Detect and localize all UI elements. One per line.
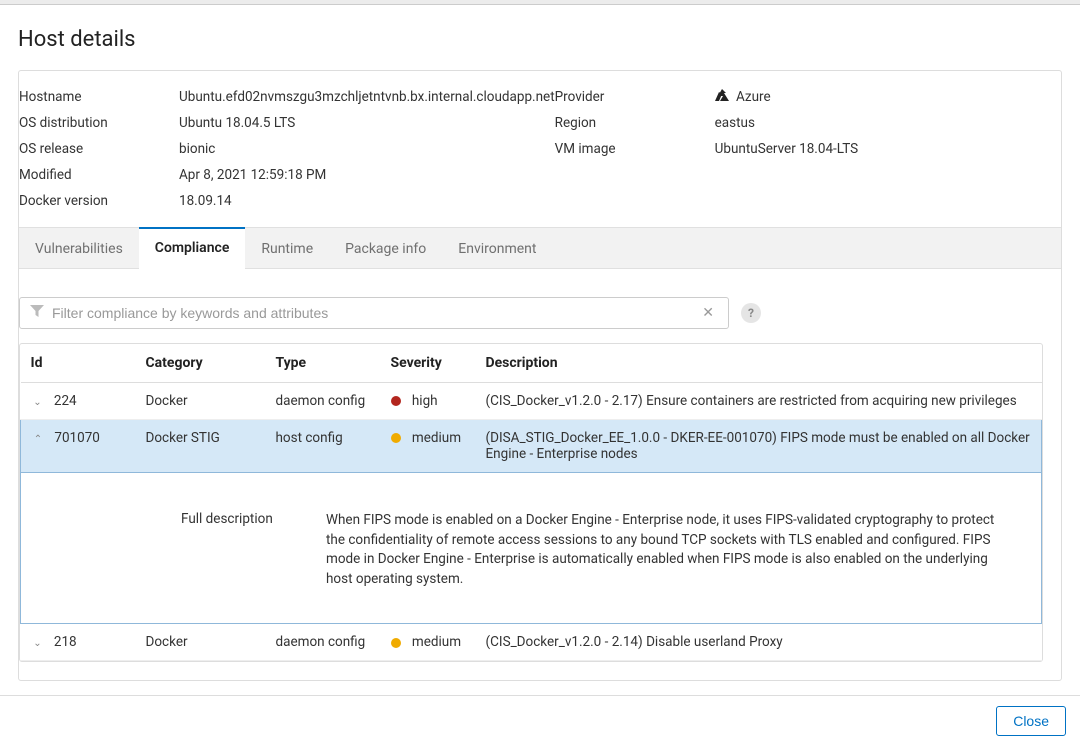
col-header-id[interactable]: Id — [21, 344, 136, 383]
full-description-text: When FIPS mode is enabled on a Docker En… — [326, 511, 1031, 589]
detail-value: Apr 8, 2021 12:59:18 PM — [179, 167, 326, 183]
detail-value: Ubuntu 18.04.5 LTS — [179, 115, 295, 131]
severity-dot-medium-icon — [391, 433, 401, 443]
row-description: (CIS_Docker_v1.2.0 - 2.14) Disable userl… — [476, 624, 1042, 661]
tab-runtime[interactable]: Runtime — [245, 228, 329, 268]
table-row[interactable]: ⌄ 224 Docker daemon config high (CIS_Doc… — [21, 383, 1042, 420]
detail-label: Region — [555, 115, 715, 131]
detail-row-modified: Modified Apr 8, 2021 12:59:18 PM — [19, 167, 555, 183]
detail-value: UbuntuServer 18.04-LTS — [715, 141, 859, 157]
details-right-column: Provider Azure Region eastus VM image Ub… — [555, 89, 1043, 219]
detail-row-provider: Provider Azure — [555, 89, 1043, 105]
azure-icon — [715, 89, 729, 105]
row-type: host config — [266, 420, 381, 473]
detail-row-hostname: Hostname Ubuntu.efd02nvmszgu3mzchljetntv… — [19, 89, 555, 105]
col-header-description[interactable]: Description — [476, 344, 1042, 383]
detail-row-docker-version: Docker version 18.09.14 — [19, 193, 555, 209]
col-header-type[interactable]: Type — [266, 344, 381, 383]
detail-label: Docker version — [19, 193, 179, 209]
tabs: Vulnerabilities Compliance Runtime Packa… — [19, 227, 1061, 269]
tab-compliance[interactable]: Compliance — [139, 227, 246, 269]
table-header-row: Id Category Type Severity Description — [21, 344, 1042, 383]
detail-value: 18.09.14 — [179, 193, 232, 209]
row-description: (DISA_STIG_Docker_EE_1.0.0 - DKER-EE-001… — [476, 420, 1042, 473]
tab-vulnerabilities[interactable]: Vulnerabilities — [19, 228, 139, 268]
row-id: 224 — [54, 393, 77, 409]
detail-value: eastus — [715, 115, 755, 131]
filter-box[interactable]: ✕ — [19, 297, 729, 329]
row-category: Docker — [136, 624, 266, 661]
detail-label: OS release — [19, 141, 179, 157]
page-title: Host details — [18, 27, 1062, 52]
tab-package-info[interactable]: Package info — [329, 228, 442, 268]
severity-dot-medium-icon — [391, 638, 401, 648]
detail-row-os-distribution: OS distribution Ubuntu 18.04.5 LTS — [19, 115, 555, 131]
footer: Close — [0, 695, 1080, 746]
row-id: 701070 — [54, 430, 100, 446]
row-type: daemon config — [266, 624, 381, 661]
chevron-down-icon[interactable]: ⌄ — [31, 638, 45, 649]
close-button[interactable]: Close — [996, 706, 1066, 736]
row-category: Docker — [136, 383, 266, 420]
filter-input[interactable] — [52, 305, 698, 321]
detail-label: Modified — [19, 167, 179, 183]
details-left-column: Hostname Ubuntu.efd02nvmszgu3mzchljetntv… — [19, 89, 555, 219]
detail-label: Provider — [555, 89, 715, 105]
full-description-label: Full description — [31, 511, 326, 589]
detail-value: Ubuntu.efd02nvmszgu3mzchljetntvnb.bx.int… — [179, 89, 555, 105]
detail-label: OS distribution — [19, 115, 179, 131]
clear-filter-icon[interactable]: ✕ — [698, 305, 718, 321]
table-row-expansion: Full description When FIPS mode is enabl… — [21, 473, 1042, 624]
compliance-table: Id Category Type Severity Description ⌄ … — [19, 343, 1043, 662]
col-header-category[interactable]: Category — [136, 344, 266, 383]
chevron-down-icon[interactable]: ⌄ — [31, 397, 45, 408]
filter-icon — [30, 305, 44, 321]
help-icon[interactable]: ? — [741, 303, 761, 323]
detail-label: Hostname — [19, 89, 179, 105]
row-type: daemon config — [266, 383, 381, 420]
detail-row-region: Region eastus — [555, 115, 1043, 131]
row-severity: medium — [412, 430, 461, 446]
severity-dot-high-icon — [391, 396, 401, 406]
provider-value: Azure — [736, 89, 771, 105]
detail-label: VM image — [555, 141, 715, 157]
detail-value: Azure — [715, 89, 771, 105]
row-category: Docker STIG — [136, 420, 266, 473]
row-id: 218 — [54, 634, 77, 650]
tab-environment[interactable]: Environment — [442, 228, 552, 268]
row-description: (CIS_Docker_v1.2.0 - 2.17) Ensure contai… — [476, 383, 1042, 420]
chevron-up-icon[interactable]: ⌃ — [31, 434, 45, 445]
row-severity: high — [412, 393, 438, 409]
detail-row-vm-image: VM image UbuntuServer 18.04-LTS — [555, 141, 1043, 157]
host-details-card: Hostname Ubuntu.efd02nvmszgu3mzchljetntv… — [18, 70, 1062, 681]
detail-row-os-release: OS release bionic — [19, 141, 555, 157]
table-row[interactable]: ⌄ 218 Docker daemon config medium (CIS_D… — [21, 624, 1042, 661]
row-severity: medium — [412, 634, 461, 650]
table-row[interactable]: ⌃ 701070 Docker STIG host config medium … — [21, 420, 1042, 473]
col-header-severity[interactable]: Severity — [381, 344, 476, 383]
detail-value: bionic — [179, 141, 215, 157]
